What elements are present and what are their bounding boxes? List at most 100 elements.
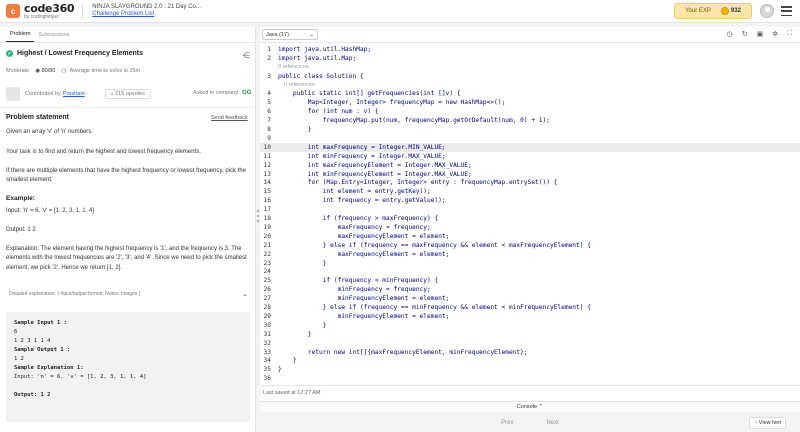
logo-sub-text: by codingninjas	[24, 13, 59, 20]
code-text: maxFrequencyElement = element;	[278, 232, 450, 240]
code-line[interactable]: 25 if (frequency < minFrequency) {	[260, 276, 800, 285]
code-text: int frequency = entry.getValue();	[278, 197, 446, 205]
upvote-button[interactable]: ▵ 215 upvotes	[104, 89, 152, 99]
line-number: 8	[267, 126, 271, 134]
code-line[interactable]: 2 import java.util.Map;	[260, 54, 800, 63]
view-hint-button[interactable]: ◌ View hint	[749, 417, 787, 429]
code-line[interactable]: 8 }	[260, 125, 800, 134]
contributor-link[interactable]: Prashant	[63, 91, 85, 97]
difficulty-label: Moderate	[6, 67, 30, 74]
statement-p2: Your task is to find and return the high…	[6, 149, 201, 155]
code-text: import java.util.HashMap;	[278, 45, 372, 53]
logo-main-text: code360	[24, 1, 75, 15]
code-line[interactable]: 15 int element = entry.getKey();	[260, 187, 800, 196]
line-number: 2	[267, 54, 271, 62]
code-line[interactable]: 3 public class Solution {	[260, 72, 800, 81]
line-number: 19	[263, 223, 271, 231]
fullscreen-icon[interactable]: ⛶	[787, 30, 792, 38]
company-logo-icon[interactable]: GG	[242, 90, 251, 96]
code-line[interactable]: 29 minFrequencyElement = element;	[260, 312, 800, 321]
code-line[interactable]: 34 }	[260, 357, 800, 366]
code-line[interactable]: 32	[260, 339, 800, 348]
code-line[interactable]: 26 minFrequency = frequency;	[260, 285, 800, 294]
code-line[interactable]: 28 } else if (frequency == minFrequency …	[260, 303, 800, 312]
clock-icon: ◷	[61, 68, 67, 74]
code-area[interactable]: 1 import java.util.HashMap; 2 import java.u…	[260, 45, 800, 393]
code-text: minFrequencyElement = element;	[278, 295, 450, 303]
code-lens-references[interactable]: 0 references	[278, 64, 309, 70]
coin-icon	[720, 7, 729, 15]
code-line[interactable]: 10 int maxFrequency = Integer.MIN_VALUE;	[260, 142, 800, 152]
line-number: 25	[263, 277, 271, 285]
detailed-explanation-toggle[interactable]: Detailed explanation( Input/output forma…	[6, 290, 140, 297]
share-icon[interactable]: ⋲	[242, 51, 250, 60]
code-line[interactable]: 16 int frequency = entry.getValue();	[260, 196, 800, 205]
tab-submissions[interactable]: Submissions	[34, 32, 73, 42]
line-number: 29	[263, 312, 271, 320]
example-heading: Example:	[6, 195, 35, 202]
code-line[interactable]: 9	[260, 134, 800, 143]
code-line[interactable]: 36	[260, 374, 800, 383]
code-line[interactable]: 4 public static int[] getFrequencies(int…	[260, 90, 800, 99]
next-button[interactable]: Next	[547, 420, 559, 426]
code-line[interactable]: 24	[260, 268, 800, 277]
code-text: int element = entry.getKey();	[278, 188, 431, 196]
history-icon[interactable]: ◷	[727, 30, 733, 38]
sample-line: Sample Explanation 1:	[14, 365, 84, 371]
code-line[interactable]: 23 }	[260, 259, 800, 268]
code-line[interactable]: 30 }	[260, 321, 800, 330]
code-line[interactable]: 33 return new int[]{maxFrequencyElement,…	[260, 348, 800, 357]
line-number: 16	[263, 197, 271, 205]
console-label: Console	[516, 404, 538, 410]
code-line[interactable]: 11 int minFrequency = Integer.MAX_VALUE;	[260, 152, 800, 161]
code-line[interactable]: 1 import java.util.HashMap;	[260, 45, 800, 54]
code-line[interactable]: 27 minFrequencyElement = element;	[260, 294, 800, 303]
save-icon[interactable]: ▣	[757, 30, 764, 38]
code-line[interactable]: 17	[260, 205, 800, 214]
code-line[interactable]: 18 if (frequency > maxFrequency) {	[260, 214, 800, 223]
code-line[interactable]: 21 } else if (frequency == maxFrequency …	[260, 241, 800, 250]
code-text: import java.util.Map;	[278, 54, 357, 62]
code-line[interactable]: 22 maxFrequencyElement = element;	[260, 250, 800, 259]
code-line[interactable]: 7 frequencyMap.put(num, frequencyMap.get…	[260, 116, 800, 125]
settings-gear-icon[interactable]: ✲	[772, 30, 778, 38]
breadcrumb-contest[interactable]: NINJA SLAYGROUND 2.0 : 21 Day Co...	[92, 4, 201, 12]
code-lens-references[interactable]: 0 references	[278, 82, 315, 88]
code-line[interactable]: 6 for (int num : v) {	[260, 107, 800, 116]
line-number: 35	[263, 366, 271, 374]
reset-icon[interactable]: ↻	[742, 30, 748, 38]
prev-button[interactable]: Prev	[501, 420, 513, 426]
line-number: 1	[267, 45, 271, 53]
exp-value: 932	[730, 8, 741, 14]
exp-badge[interactable]: Your EXP 932	[674, 3, 752, 19]
send-feedback-link[interactable]: Send feedback	[211, 115, 248, 121]
chevron-down-icon[interactable]: ⌄	[242, 290, 248, 298]
hamburger-menu-icon[interactable]	[781, 6, 792, 16]
code-line[interactable]: 35}	[260, 365, 800, 374]
code-line[interactable]: 31 }	[260, 330, 800, 339]
line-number: 34	[263, 357, 271, 365]
code-line[interactable]: 5 Map<Integer, Integer> frequencyMap = n…	[260, 98, 800, 107]
logo-icon[interactable]: c	[6, 4, 20, 18]
code-line[interactable]: 20 maxFrequencyElement = element;	[260, 232, 800, 241]
logo[interactable]: code360 by codingninjas	[24, 1, 75, 20]
statement-heading: Problem statement	[6, 114, 70, 121]
editor-divider	[260, 385, 800, 386]
code-line[interactable]: 0 references	[260, 63, 800, 72]
code-line[interactable]: 19 maxFrequency = frequency;	[260, 223, 800, 232]
avatar[interactable]	[760, 4, 774, 18]
code-text: } else if (frequency == maxFrequency && …	[278, 241, 591, 249]
statement-p3: If there are multiple elements that have…	[6, 168, 247, 184]
code-line[interactable]: 12 int maxFrequencyElement = Integer.MAX…	[260, 161, 800, 170]
console-toggle[interactable]: Console ⌃	[260, 401, 800, 412]
code-line[interactable]: 13 int minFrequencyElement = Integer.MAX…	[260, 170, 800, 179]
tab-problem[interactable]: Problem	[6, 31, 35, 42]
code-line[interactable]: 0 references	[260, 81, 800, 90]
language-select[interactable]: Java (17) ⌄	[262, 29, 318, 40]
sample-line: Sample Output 1 :	[14, 347, 71, 353]
code-text: return new int[]{maxFrequencyElement, mi…	[278, 348, 528, 356]
code-line[interactable]: 14 for (Map.Entry<Integer, Integer> entr…	[260, 179, 800, 188]
breadcrumb-problem-list-link[interactable]: Challenge Problem List	[92, 11, 201, 19]
code-text: maxFrequencyElement = element;	[278, 250, 450, 258]
line-number: 4	[267, 90, 271, 98]
